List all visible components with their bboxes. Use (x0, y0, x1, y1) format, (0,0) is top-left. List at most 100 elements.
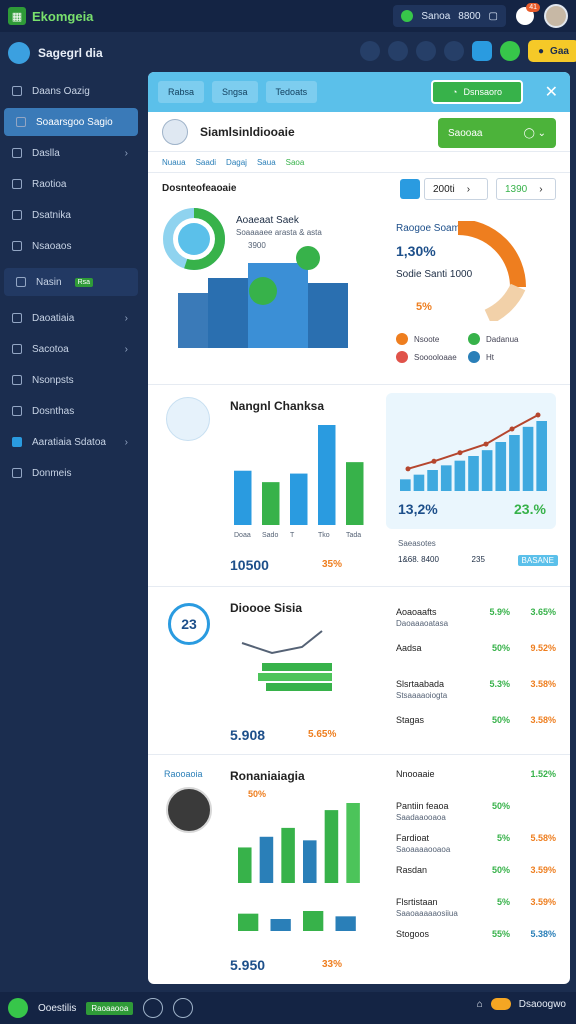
stat-sub: Daoaaaoatasa (396, 619, 449, 628)
sub-tab[interactable]: Nuaua (162, 158, 186, 167)
sidebar-item[interactable]: Raotioa (0, 170, 146, 198)
stat-row[interactable]: Stagas 50% 3.58% (396, 715, 556, 725)
title-action-button[interactable]: Saooaa ◯ ⌄ (438, 118, 556, 148)
stat-row[interactable]: Nnooaaie 1.52% (396, 769, 556, 779)
stat-change: 1.52% (530, 769, 556, 779)
trend-bar (536, 421, 547, 491)
section-charts: Nangnl Chanksa Doaa Sado T Tko Tada 10500 35… (148, 384, 570, 584)
yellow-action-label: Gaa (550, 45, 569, 57)
sidebar-item[interactable]: Donmeis (0, 459, 146, 487)
panel-green-button[interactable]: ◔ Dsnsaoro (431, 80, 523, 104)
chevron-right-icon: › (124, 147, 128, 159)
sub-tab[interactable]: Dagaj (226, 158, 247, 167)
stat-sub: Saadaaooaoa (396, 813, 446, 822)
sidebar-item-label: Raotioa (32, 178, 67, 190)
trend-point (483, 441, 489, 447)
right-percent-2: 5% (416, 301, 432, 313)
stat-value: 50% (491, 865, 510, 875)
panel-green-label: Dsnsaoro (463, 87, 502, 97)
stat-label: Nnooaaie (396, 769, 435, 779)
section-title: Ronaniaiagia (230, 769, 305, 783)
chevron-right-icon: › (124, 312, 128, 324)
stat-row[interactable]: Rasdan 50% 3.59% (396, 865, 556, 875)
section-title: Dosnteofeaoaie (162, 183, 237, 194)
value-select[interactable]: 1390 › (496, 178, 556, 200)
stat-label: Stagas (396, 715, 425, 725)
sub-tab[interactable]: Saadi (196, 158, 216, 167)
yellow-action-button[interactable]: ● Gaa (528, 40, 576, 62)
sidebar-item-label: Daans Oazig (32, 85, 90, 97)
stat-sub: Saoaaaaooaoa (396, 845, 451, 854)
panel-tab[interactable]: Sngsa (212, 81, 258, 103)
notification-bell-icon[interactable]: 41 (516, 3, 540, 25)
sidebar-item[interactable]: Sacotoa › (0, 335, 146, 363)
globe-icon[interactable] (173, 998, 194, 1018)
top-search-pill[interactable]: Sanoa 8800 ▢ (393, 5, 506, 27)
close-icon[interactable]: ✕ (545, 82, 558, 102)
period-select[interactable]: 200ti › (424, 178, 488, 200)
sidebar-header[interactable]: Sagegrl dia (0, 32, 146, 74)
sidebar-item[interactable]: Soaarsgoo Sagio (4, 108, 138, 136)
section-percent: 5.65% (308, 729, 337, 740)
stat-row[interactable]: Pantiin feaoa 50% (396, 801, 556, 811)
sidebar-item[interactable]: Daoatiaia › (0, 304, 146, 332)
sub-tab[interactable]: Saoa (286, 158, 305, 167)
bottom-tag[interactable]: Raoaaooa (86, 1001, 134, 1015)
sidebar-item-label: Sacotoa (32, 343, 69, 355)
stat-row[interactable]: Fardioat 5% 5.58% (396, 833, 556, 843)
panel-tab[interactable]: Tedoats (265, 81, 318, 103)
sidebar-item[interactable]: Daans Oazig (0, 77, 146, 105)
list-icon[interactable] (388, 41, 408, 61)
sidebar-item-icon (12, 148, 22, 158)
bookmark-icon[interactable] (444, 41, 464, 61)
trend-point (535, 412, 541, 418)
lock-icon[interactable] (416, 41, 436, 61)
sidebar-item[interactable]: Nsonpsts (0, 366, 146, 394)
panel-tab[interactable]: Rabsa (158, 81, 205, 103)
stat-label: Fardioat (396, 833, 430, 843)
sidebar-item[interactable]: Dsatnika (0, 201, 146, 229)
stat-label: Aoaoaafts (396, 607, 437, 617)
stat-value: 50% (491, 715, 510, 725)
stat-row[interactable]: Aoaoaafts 5.9% 3.65% (396, 607, 556, 617)
trend-bottom-label: 1&68. 8400 (398, 555, 439, 564)
trend-bar (454, 460, 466, 491)
trend-bottom-tag[interactable]: BASANE (517, 555, 558, 566)
sidebar-item[interactable]: Nasin Rsa (4, 268, 138, 296)
refresh-icon[interactable] (500, 41, 520, 61)
money-illustration (241, 630, 332, 691)
sidebar-item[interactable]: Nsaoaos (0, 232, 146, 260)
group-icon[interactable] (143, 998, 164, 1018)
stat-row[interactable]: Flsrtistaan 5% 3.59% (396, 897, 556, 907)
stat-row[interactable]: Stogoos 55% 5.38% (396, 929, 556, 939)
share-icon[interactable] (472, 41, 492, 61)
bar (259, 836, 274, 883)
sidebar-item[interactable]: Daslla › (0, 139, 146, 167)
left-label: Raooaoia (164, 769, 203, 779)
sidebar-item-icon (12, 344, 22, 354)
bank-icon[interactable]: ⌂ (477, 999, 483, 1010)
stat-row[interactable]: Slsrtaabada 5.3% 3.58% (396, 679, 556, 689)
bar-label: Tada (346, 532, 361, 539)
section-overview: Dosnteofeaoaie 200ti › 1390 › Aoaeaat Saek… (148, 172, 570, 382)
loader-icon: ◔ (452, 87, 458, 97)
camera-icon[interactable] (360, 41, 380, 61)
sidebar-item[interactable]: Dosnthas (0, 397, 146, 425)
app-brand[interactable]: ▦ Ekomgeia (8, 7, 93, 25)
sub-tab[interactable]: Saua (257, 158, 276, 167)
trend-bar (413, 474, 425, 491)
toggle-icon[interactable] (490, 998, 511, 1010)
calendar-icon[interactable] (400, 179, 420, 199)
sidebar-item-icon (12, 179, 22, 189)
status-icon[interactable] (8, 998, 28, 1018)
bar-label: Doaa (234, 532, 251, 539)
bar-label: T (290, 532, 295, 539)
app-title: Ekomgeia (32, 8, 94, 24)
stat-row[interactable]: Aadsa 50% 9.52% (396, 643, 556, 653)
sidebar-item[interactable]: Aaratiaia Sdatoa › (0, 428, 146, 456)
stat-value: 50% (491, 643, 510, 653)
user-avatar[interactable] (544, 4, 568, 28)
stat-change: 3.58% (530, 715, 556, 725)
screen-icon[interactable]: ▢ (489, 11, 498, 22)
stat-change: 9.52% (530, 643, 556, 653)
